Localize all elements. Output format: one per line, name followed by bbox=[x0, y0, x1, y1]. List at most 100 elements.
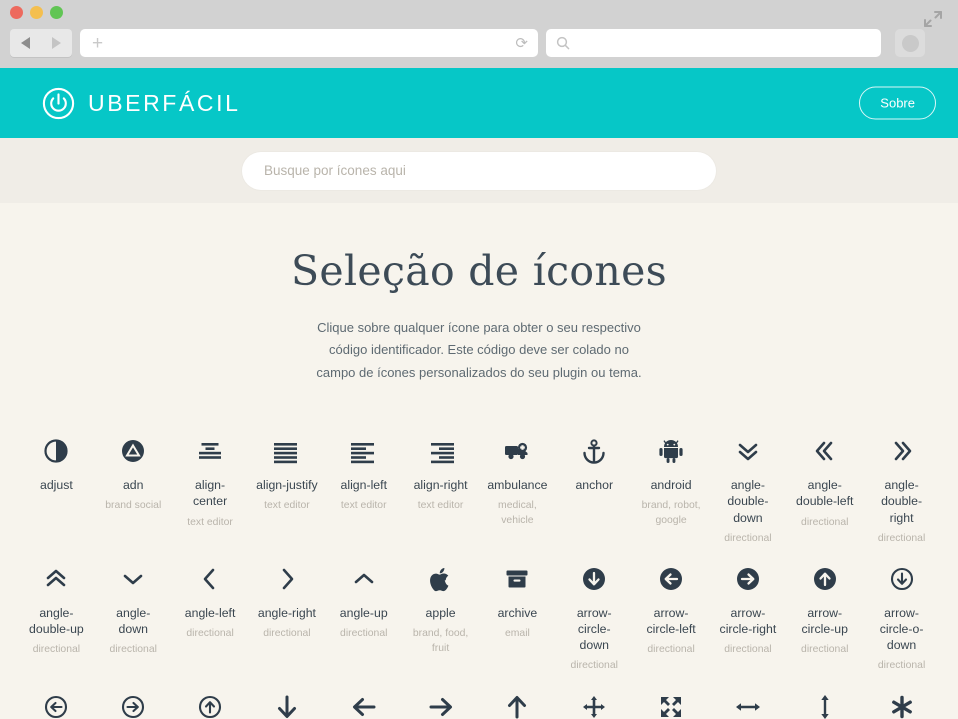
icon-name: angle-right bbox=[258, 605, 316, 621]
angle-double-left-icon bbox=[812, 434, 838, 468]
new-tab-icon[interactable]: + bbox=[92, 34, 103, 53]
arrow-circle-down-icon bbox=[581, 562, 607, 596]
icon-search-band bbox=[0, 138, 958, 203]
icon-tags: directional bbox=[878, 531, 925, 546]
align-left-icon bbox=[351, 434, 377, 468]
icon-cell-angle-double-up[interactable]: angle-double-up directional bbox=[18, 556, 95, 674]
angle-double-right-icon bbox=[889, 434, 915, 468]
icon-cell-arrow-left[interactable]: arrow-leftdirectional bbox=[325, 684, 402, 719]
reload-icon[interactable]: ⟳ bbox=[515, 34, 528, 52]
icon-cell-adjust[interactable]: adjust bbox=[18, 428, 95, 546]
forward-icon[interactable] bbox=[52, 37, 61, 49]
page-subtitle: Clique sobre qualquer ícone para obter o… bbox=[309, 317, 649, 384]
profile-button[interactable] bbox=[895, 29, 925, 57]
icon-cell-apple[interactable]: applebrand, food, fruit bbox=[402, 556, 479, 674]
icon-tags: text editor bbox=[264, 498, 310, 513]
icon-cell-arrow-circle-o-right[interactable]: arrow-circle-o-rightdirectional bbox=[95, 684, 172, 719]
arrow-down-icon bbox=[274, 690, 300, 719]
about-button[interactable]: Sobre bbox=[859, 87, 936, 120]
icon-tags: brand, robot, google bbox=[640, 498, 702, 528]
icon-cell-arrow-circle-down[interactable]: arrow-circle-downdirectional bbox=[556, 556, 633, 674]
icon-name: android bbox=[651, 477, 692, 493]
icon-name: arrow-circle-right bbox=[717, 605, 779, 637]
icon-cell-arrows-alt[interactable]: arrows-altdirectional bbox=[633, 684, 710, 719]
icon-tags: directional bbox=[878, 658, 925, 673]
icon-cell-arrow-circle-o-down[interactable]: arrow-circle-o-downdirectional bbox=[863, 556, 940, 674]
browser-search-bar[interactable] bbox=[546, 29, 881, 57]
icon-cell-arrow-up[interactable]: arrow-updirectional bbox=[479, 684, 556, 719]
icon-name: align-left bbox=[341, 477, 387, 493]
icon-name: align-right bbox=[414, 477, 468, 493]
brand-name: UBERFÁCIL bbox=[88, 90, 240, 117]
icon-cell-arrows-h[interactable]: arrows-hdirectional bbox=[710, 684, 787, 719]
icon-tags: medical, vehicle bbox=[486, 498, 548, 528]
icon-cell-arrow-circle-right[interactable]: arrow-circle-right directional bbox=[710, 556, 787, 674]
icon-cell-arrows[interactable]: arrowsdirectional bbox=[556, 684, 633, 719]
arrow-circle-o-down-icon bbox=[889, 562, 915, 596]
icon-cell-asterisk[interactable]: asterisk bbox=[863, 684, 940, 719]
angle-down-icon bbox=[120, 562, 146, 596]
arrows-alt-icon bbox=[658, 690, 684, 719]
icon-tags: text editor bbox=[341, 498, 387, 513]
browser-toolbar: + ⟳ bbox=[10, 28, 948, 58]
minimize-window-button[interactable] bbox=[30, 6, 43, 19]
asterisk-icon bbox=[889, 690, 915, 719]
avatar bbox=[902, 35, 919, 52]
icon-cell-anchor[interactable]: anchor bbox=[556, 428, 633, 546]
icon-tags: directional bbox=[647, 642, 694, 657]
icon-cell-ambulance[interactable]: ambulance medical, vehicle bbox=[479, 428, 556, 546]
icon-cell-angle-left[interactable]: angle-leftdirectional bbox=[172, 556, 249, 674]
icon-cell-arrow-circle-left[interactable]: arrow-circle-leftdirectional bbox=[633, 556, 710, 674]
icon-cell-angle-down[interactable]: angle-downdirectional bbox=[95, 556, 172, 674]
icon-name: ambulance bbox=[487, 477, 547, 493]
icon-name: adn bbox=[123, 477, 144, 493]
icon-cell-archive[interactable]: archiveemail bbox=[479, 556, 556, 674]
icon-search-input[interactable] bbox=[242, 152, 716, 190]
icon-name: arrow-circle-up bbox=[794, 605, 856, 637]
expand-icon[interactable] bbox=[922, 8, 944, 30]
power-icon bbox=[42, 87, 75, 120]
icon-cell-angle-double-left[interactable]: angle-double-leftdirectional bbox=[786, 428, 863, 546]
adjust-icon bbox=[43, 434, 69, 468]
nav-buttons bbox=[10, 29, 72, 57]
icon-cell-arrow-down[interactable]: arrow-downdirectional bbox=[249, 684, 326, 719]
arrow-circle-o-left-icon bbox=[43, 690, 69, 719]
url-bar[interactable]: + ⟳ bbox=[80, 29, 538, 57]
icon-cell-angle-up[interactable]: angle-updirectional bbox=[325, 556, 402, 674]
close-window-button[interactable] bbox=[10, 6, 23, 19]
icon-cell-angle-double-down[interactable]: angle-double-downdirectional bbox=[710, 428, 787, 546]
icon-cell-arrow-circle-o-left[interactable]: arrow-circle-o-leftdirectional bbox=[18, 684, 95, 719]
icon-tags: email bbox=[505, 626, 530, 641]
icon-name: angle-double-up bbox=[25, 605, 87, 637]
site-header: UBERFÁCIL Sobre bbox=[0, 68, 958, 138]
icon-cell-align-right[interactable]: align-righttext editor bbox=[402, 428, 479, 546]
brand-logo[interactable]: UBERFÁCIL bbox=[42, 87, 240, 120]
icon-name: arrow-circle-down bbox=[563, 605, 625, 654]
icon-tags: directional bbox=[33, 642, 80, 657]
icon-tags: directional bbox=[724, 642, 771, 657]
search-icon bbox=[556, 36, 570, 50]
icon-name: align-justify bbox=[256, 477, 318, 493]
icon-cell-align-justify[interactable]: align-justify text editor bbox=[249, 428, 326, 546]
icon-cell-angle-right[interactable]: angle-rightdirectional bbox=[249, 556, 326, 674]
arrow-left-icon bbox=[351, 690, 377, 719]
icon-cell-arrows-v[interactable]: arrows-vdirectional bbox=[786, 684, 863, 719]
icon-tags: directional bbox=[186, 626, 233, 641]
arrows-v-icon bbox=[812, 690, 838, 719]
icon-tags: brand, food, fruit bbox=[410, 626, 472, 656]
icon-cell-align-left[interactable]: align-left text editor bbox=[325, 428, 402, 546]
back-icon[interactable] bbox=[21, 37, 30, 49]
arrow-right-icon bbox=[428, 690, 454, 719]
icon-cell-arrow-right[interactable]: arrow-rightdirectional bbox=[402, 684, 479, 719]
icon-cell-arrow-circle-o-up[interactable]: arrow-circle-o-updirectional bbox=[172, 684, 249, 719]
maximize-window-button[interactable] bbox=[50, 6, 63, 19]
arrows-icon bbox=[581, 690, 607, 719]
angle-double-up-icon bbox=[43, 562, 69, 596]
icon-cell-arrow-circle-up[interactable]: arrow-circle-updirectional bbox=[786, 556, 863, 674]
icon-cell-adn[interactable]: adnbrand social bbox=[95, 428, 172, 546]
icon-cell-android[interactable]: android brand, robot, google bbox=[633, 428, 710, 546]
icon-cell-angle-double-right[interactable]: angle-double-rightdirectional bbox=[863, 428, 940, 546]
arrow-circle-left-icon bbox=[658, 562, 684, 596]
ambulance-icon bbox=[504, 434, 530, 468]
icon-cell-align-center[interactable]: align-centertext editor bbox=[172, 428, 249, 546]
